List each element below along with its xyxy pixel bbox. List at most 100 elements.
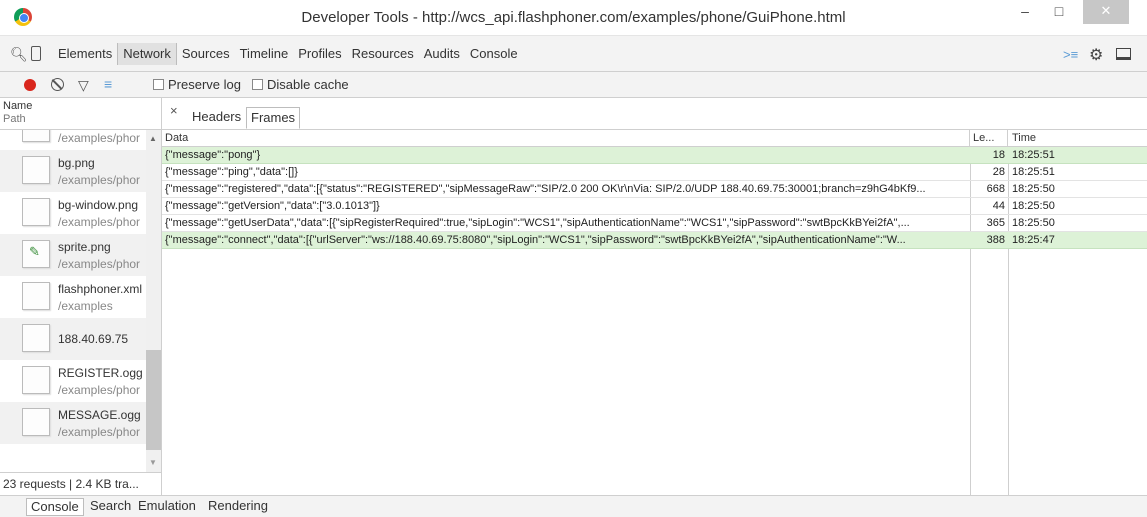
scrollbar-thumb[interactable] [146, 350, 161, 450]
table-row[interactable]: {"message":"getVersion","data":["3.0.101… [162, 198, 1147, 215]
tab-audits[interactable]: Audits [419, 43, 465, 65]
file-icon [22, 130, 50, 142]
request-list: /examples/phor bg.png /examples/phor bg-… [0, 130, 146, 472]
image-file-icon [22, 240, 50, 268]
file-icon [22, 324, 50, 352]
request-name: flashphoner.xml [58, 282, 143, 296]
table-row[interactable]: {"message":"getUserData","data":[{"sipRe… [162, 215, 1147, 232]
gear-icon[interactable]: ⚙︎ [1089, 45, 1103, 65]
request-path: /examples/phor [58, 383, 141, 397]
frame-data: {"message":"getVersion","data":["3.0.101… [165, 200, 380, 212]
request-summary-text: 23 requests | 2.4 KB tra... [3, 477, 139, 491]
frame-data: {"message":"getUserData","data":[{"sipRe… [165, 217, 910, 229]
frame-length: 668 [986, 183, 1005, 195]
request-summary: 23 requests | 2.4 KB tra... [0, 472, 161, 495]
frame-length: 365 [986, 217, 1005, 229]
request-column-header[interactable]: Name Path [0, 98, 161, 130]
request-path: /examples [58, 299, 113, 313]
maximize-button[interactable]: □ [1044, 0, 1074, 24]
device-mode-icon[interactable] [31, 46, 41, 61]
list-item[interactable]: sprite.png /examples/phor [0, 234, 146, 276]
close-window-button[interactable]: ✕ [1083, 0, 1129, 24]
request-path: /examples/phor [58, 131, 141, 145]
dock-side-icon[interactable] [1116, 48, 1131, 60]
request-list-panel: Name Path /examples/phor bg.png /example… [0, 98, 162, 495]
frame-data: {"message":"connect","data":[{"urlServer… [165, 234, 906, 246]
list-item[interactable]: MESSAGE.ogg /examples/phor [0, 402, 146, 444]
preserve-log-label[interactable]: Preserve log [168, 77, 241, 92]
show-drawer-icon[interactable]: >≡ [1063, 47, 1078, 62]
file-icon [22, 282, 50, 310]
list-item[interactable]: 188.40.69.75 [0, 318, 146, 360]
drawer-tab-search[interactable]: Search [86, 498, 135, 516]
list-item[interactable]: flashphoner.xml /examples [0, 276, 146, 318]
frame-length: 18 [992, 149, 1005, 161]
detail-tabs: × Headers Frames [162, 98, 1147, 130]
inspect-search-icon[interactable]: 🔍︎ [10, 46, 28, 63]
disable-cache-label[interactable]: Disable cache [267, 77, 349, 92]
frame-data: {"message":"ping","data":[]} [165, 166, 298, 178]
file-icon [22, 198, 50, 226]
time-column-header[interactable]: Time [1008, 130, 1147, 147]
tab-sources[interactable]: Sources [177, 43, 235, 65]
frame-data: {"message":"pong"} [165, 149, 261, 161]
frame-time: 18:25:50 [1012, 200, 1055, 212]
filter-icon[interactable]: ▽ [78, 77, 89, 94]
list-item[interactable]: /examples/phor [0, 130, 146, 150]
frame-time: 18:25:50 [1012, 183, 1055, 195]
network-toolbar: ▽ ≡ Preserve log Disable cache [0, 72, 1147, 98]
tab-profiles[interactable]: Profiles [293, 43, 346, 65]
tab-headers[interactable]: Headers [188, 107, 245, 129]
list-item[interactable]: bg-window.png /examples/phor [0, 192, 146, 234]
file-icon [22, 366, 50, 394]
request-path: /examples/phor [58, 425, 141, 439]
request-name: 188.40.69.75 [58, 332, 129, 346]
request-name: REGISTER.ogg [58, 366, 143, 380]
frame-length: 44 [992, 200, 1005, 212]
frame-time: 18:25:47 [1012, 234, 1055, 246]
table-row[interactable]: {"message":"connect","data":[{"urlServer… [162, 232, 1147, 249]
tab-console[interactable]: Console [465, 43, 523, 65]
request-list-scrollbar[interactable]: ▲ ▼ [146, 130, 161, 472]
frame-time: 18:25:51 [1012, 149, 1055, 161]
request-path: /examples/phor [58, 173, 141, 187]
tab-elements[interactable]: Elements [53, 43, 117, 65]
close-detail-icon[interactable]: × [170, 103, 178, 118]
record-icon[interactable] [24, 79, 36, 91]
data-column-header[interactable]: Data [162, 130, 970, 147]
table-row[interactable]: {"message":"pong"} 18 18:25:51 [162, 147, 1147, 164]
tab-network[interactable]: Network [117, 43, 177, 65]
table-row[interactable]: {"message":"registered","data":[{"status… [162, 181, 1147, 198]
frame-time: 18:25:50 [1012, 217, 1055, 229]
window-title: Developer Tools - http://wcs_api.flashph… [301, 9, 846, 26]
request-path: /examples/phor [58, 257, 141, 271]
drawer-tabs: Console Search Emulation Rendering [0, 495, 1147, 517]
request-path: /examples/phor [58, 215, 141, 229]
drawer-tab-emulation[interactable]: Emulation [134, 498, 200, 516]
table-row[interactable]: {"message":"ping","data":[]} 28 18:25:51 [162, 164, 1147, 181]
tab-resources[interactable]: Resources [347, 43, 419, 65]
file-icon [22, 156, 50, 184]
drawer-tab-console[interactable]: Console [26, 498, 84, 516]
request-name: bg.png [58, 156, 95, 170]
list-item[interactable]: REGISTER.ogg /examples/phor [0, 360, 146, 402]
request-name: bg-window.png [58, 198, 139, 212]
scroll-down-icon[interactable]: ▼ [149, 458, 157, 467]
scroll-up-icon[interactable]: ▲ [149, 134, 157, 143]
length-column-header[interactable]: Le... [970, 130, 1008, 147]
large-rows-icon[interactable]: ≡ [104, 76, 112, 92]
clear-icon[interactable] [51, 78, 64, 91]
path-column-label: Path [3, 113, 26, 125]
frames-table: Data Le... Time {"message":"pong"} 18 18… [162, 130, 1147, 495]
minimize-button[interactable]: – [1010, 0, 1040, 24]
disable-cache-checkbox[interactable] [252, 79, 263, 90]
main-toolbar: 🔍︎ Elements Network Sources Timeline Pro… [0, 36, 1147, 72]
name-column-label: Name [3, 100, 33, 112]
file-icon [22, 408, 50, 436]
list-item[interactable]: bg.png /examples/phor [0, 150, 146, 192]
drawer-tab-rendering[interactable]: Rendering [204, 498, 272, 516]
frame-length: 28 [992, 166, 1005, 178]
tab-frames[interactable]: Frames [246, 107, 301, 129]
tab-timeline[interactable]: Timeline [235, 43, 294, 65]
preserve-log-checkbox[interactable] [153, 79, 164, 90]
